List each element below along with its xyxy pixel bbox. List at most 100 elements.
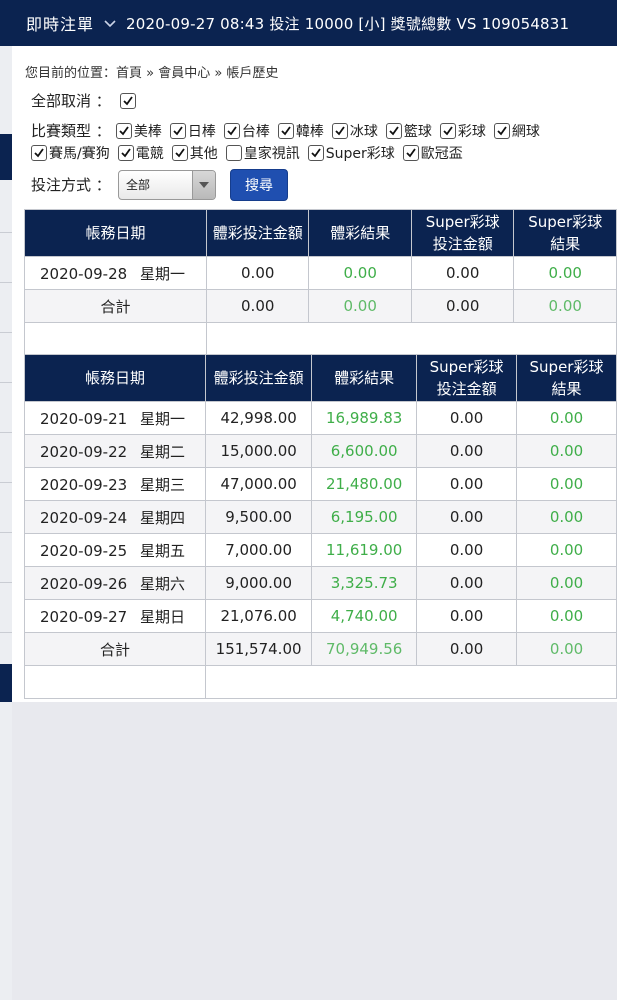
cell-super-result: 0.00: [516, 533, 617, 567]
header-date: 帳務日期: [23, 354, 207, 402]
type-filter-option[interactable]: 彩球: [439, 121, 486, 141]
type-label-text: Super彩球: [325, 146, 395, 162]
side-menu-item-active[interactable]: [0, 134, 12, 180]
type-filter-option[interactable]: 其他: [171, 143, 218, 163]
type-checkbox[interactable]: [493, 123, 510, 139]
type-filter-option[interactable]: 美棒: [115, 121, 162, 141]
type-filter-option[interactable]: 賽馬/賽狗: [31, 143, 110, 163]
cell-super-bet: 0.00: [416, 533, 518, 567]
type-filter-option[interactable]: 電競: [117, 143, 164, 163]
type-filter-row-1: 比賽類型 ： 美棒 日棒 台棒 韓棒 冰球 籃球 彩球 網球: [31, 120, 548, 141]
total-sport-bet: 151,574.00: [205, 632, 313, 666]
select-arrow-icon[interactable]: [192, 171, 215, 199]
cell-super-result: 0.00: [513, 256, 617, 290]
table-row: 2020-09-23 星期三 47,000.00 21,480.00 0.00 0.00: [23, 467, 617, 501]
cell-super-bet: 0.00: [416, 434, 518, 468]
type-checkbox[interactable]: [171, 145, 188, 161]
cell-sport-bet: 15,000.00: [205, 434, 313, 468]
method-select[interactable]: 全部: [118, 170, 216, 200]
header-date: 帳務日期: [24, 209, 207, 257]
table-row: 2020-09-27 星期日 21,076.00 4,740.00 0.00 0.00: [23, 599, 617, 633]
cell-date: 2020-09-24 星期四: [23, 500, 207, 534]
type-filter-option[interactable]: 冰球: [331, 121, 378, 141]
type-label-text: 電競: [135, 146, 164, 162]
type-filter-option[interactable]: 韓棒: [277, 121, 324, 141]
type-label-text: 皇家視訊: [243, 146, 300, 162]
type-filter-option[interactable]: 網球: [493, 121, 540, 141]
type-checkbox[interactable]: [117, 145, 134, 161]
cell-sport-result: 21,480.00: [311, 467, 418, 501]
type-label-text: 歐冠盃: [420, 146, 463, 162]
type-label-text: 其他: [189, 146, 218, 162]
header-super-result: Super彩球 結果: [516, 354, 617, 402]
type-checkbox[interactable]: [402, 145, 419, 161]
side-menu-item-highlight[interactable]: [0, 664, 12, 702]
total-super-bet: 0.00: [416, 632, 518, 666]
cell-super-bet: 0.00: [416, 599, 518, 633]
cell-super-bet: 0.00: [416, 566, 518, 600]
table-spacer-row: [24, 322, 617, 356]
table-row: 2020-09-22 星期二 15,000.00 6,600.00 0.00 0.00: [23, 434, 617, 468]
all-cancel-row: 全部取消 ：: [31, 90, 136, 111]
type-checkbox[interactable]: [331, 123, 348, 139]
total-row: 合計 151,574.00 70,949.56 0.00 0.00: [23, 632, 617, 666]
cell-date: 2020-09-23 星期三: [23, 467, 207, 501]
cell-sport-result: 0.00: [308, 256, 412, 290]
header-sport-result: 體彩結果: [308, 209, 412, 257]
header-sport-result: 體彩結果: [311, 354, 418, 402]
cell-sport-bet: 9,500.00: [205, 500, 313, 534]
table-row: 2020-09-24 星期四 9,500.00 6,195.00 0.00 0.00: [23, 500, 617, 534]
type-checkbox[interactable]: [223, 123, 240, 139]
cell-date: 2020-09-26 星期六: [23, 566, 207, 600]
total-super-result: 0.00: [516, 632, 617, 666]
live-bets-menu[interactable]: 即時注單: [26, 11, 94, 35]
type-label-text: 韓棒: [295, 124, 324, 140]
table-header-row: 帳務日期 體彩投注金額 體彩結果 Super彩球 投注金額 Super彩球 結果: [23, 354, 617, 402]
total-super-bet: 0.00: [410, 289, 515, 323]
type-checkbox[interactable]: [277, 123, 294, 139]
total-sport-bet: 0.00: [205, 289, 310, 323]
cell-sport-bet: 9,000.00: [205, 566, 313, 600]
top-bar: 即時注單 2020-09-27 08:43 投注 10000 [小] 獎號總數 …: [0, 0, 617, 46]
type-filter-option[interactable]: 歐冠盃: [402, 143, 463, 163]
type-checkbox[interactable]: [169, 123, 186, 139]
type-checkbox[interactable]: [225, 145, 242, 161]
cell-super-result: 0.00: [516, 599, 617, 633]
type-checkbox[interactable]: [31, 145, 47, 161]
cell-super-bet: 0.00: [416, 467, 518, 501]
table-row: 2020-09-21 星期一 42,998.00 16,989.83 0.00 0.00: [23, 401, 617, 435]
chevron-down-icon[interactable]: [102, 15, 118, 31]
search-button[interactable]: 搜尋: [230, 169, 288, 201]
bet-ticker: 2020-09-27 08:43 投注 10000 [小] 獎號總數 VS 10…: [126, 14, 570, 33]
all-cancel-label: 全部取消 ：: [31, 92, 111, 110]
cell-super-result: 0.00: [516, 467, 617, 501]
type-checkbox[interactable]: [439, 123, 456, 139]
all-cancel-checkbox[interactable]: [119, 93, 136, 109]
cell-sport-result: 6,600.00: [311, 434, 418, 468]
type-filter-option[interactable]: 籃球: [385, 121, 432, 141]
type-checkbox[interactable]: [115, 123, 132, 139]
type-filter-option[interactable]: 台棒: [223, 121, 270, 141]
cell-date: 2020-09-21 星期一: [23, 401, 207, 435]
cell-date: 2020-09-27 星期日: [23, 599, 207, 633]
header-sport-bet: 體彩投注金額: [205, 354, 313, 402]
type-checkbox[interactable]: [385, 123, 402, 139]
header-super-bet: Super彩球 投注金額: [410, 209, 515, 257]
type-label-text: 賽馬/賽狗: [49, 146, 110, 162]
total-super-result: 0.00: [513, 289, 617, 323]
type-filter-option[interactable]: Super彩球: [307, 143, 395, 163]
cell-super-bet: 0.00: [410, 256, 515, 290]
type-filter-option[interactable]: 皇家視訊: [225, 143, 300, 163]
history-table-last-week: 帳務日期 體彩投注金額 體彩結果 Super彩球 投注金額 Super彩球 結果 2…: [23, 354, 617, 699]
type-label-text: 台棒: [241, 124, 270, 140]
cell-sport-result: 4,740.00: [311, 599, 418, 633]
type-filter-option[interactable]: 日棒: [169, 121, 216, 141]
cell-sport-result: 3,325.73: [311, 566, 418, 600]
history-table-current-week: 帳務日期 體彩投注金額 體彩結果 Super彩球 投注金額 Super彩球 結果 2…: [24, 209, 617, 356]
type-label-text: 籃球: [403, 124, 432, 140]
cell-sport-bet: 0.00: [205, 256, 310, 290]
cell-sport-bet: 42,998.00: [205, 401, 313, 435]
type-checkbox[interactable]: [307, 145, 324, 161]
method-label: 投注方式 ：: [31, 176, 111, 194]
cell-super-result: 0.00: [516, 401, 617, 435]
